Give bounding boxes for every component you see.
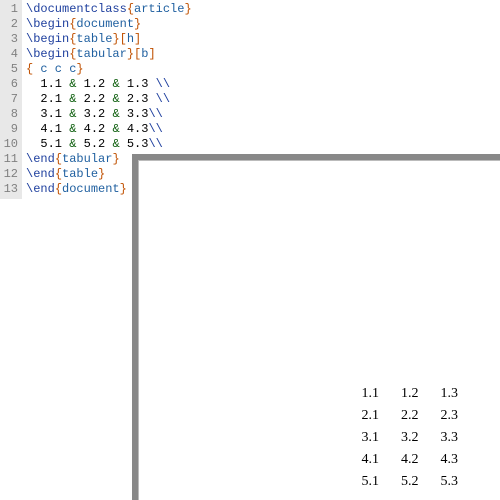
code-line[interactable]: 2.1 & 2.2 & 2.3 \\ [26, 92, 192, 107]
line-number: 7 [2, 92, 18, 107]
code-line[interactable]: 1.1 & 1.2 & 1.3 \\ [26, 77, 192, 92]
table-row: 4.14.24.3 [352, 450, 469, 470]
line-number: 5 [2, 62, 18, 77]
code-line[interactable]: \begin{table}[h] [26, 32, 192, 47]
table-cell: 2.1 [352, 406, 390, 426]
code-line[interactable]: \begin{document} [26, 17, 192, 32]
table-cell: 5.2 [391, 472, 429, 492]
code-line[interactable]: 4.1 & 4.2 & 4.3\\ [26, 122, 192, 137]
table-row: 3.13.23.3 [352, 428, 469, 448]
line-number-gutter: 12345678910111213 [0, 0, 22, 199]
rendered-table: 1.11.21.32.12.22.33.13.23.34.14.24.35.15… [350, 382, 471, 494]
table-cell: 1.2 [391, 384, 429, 404]
table-row: 5.15.25.3 [352, 472, 469, 492]
table-cell: 2.2 [391, 406, 429, 426]
code-line[interactable]: { c c c} [26, 62, 192, 77]
table-cell: 3.3 [431, 428, 469, 448]
table-cell: 4.3 [431, 450, 469, 470]
line-number: 8 [2, 107, 18, 122]
table-cell: 3.1 [352, 428, 390, 448]
table-cell: 3.2 [391, 428, 429, 448]
line-number: 9 [2, 122, 18, 137]
table-cell: 5.3 [431, 472, 469, 492]
line-number: 12 [2, 167, 18, 182]
table-cell: 1.3 [431, 384, 469, 404]
line-number: 10 [2, 137, 18, 152]
table-row: 1.11.21.3 [352, 384, 469, 404]
line-number: 2 [2, 17, 18, 32]
table-cell: 1.1 [352, 384, 390, 404]
table-cell: 2.3 [431, 406, 469, 426]
line-number: 1 [2, 2, 18, 17]
code-line[interactable]: \begin{tabular}[b] [26, 47, 192, 62]
line-number: 6 [2, 77, 18, 92]
line-number: 3 [2, 32, 18, 47]
code-line[interactable]: 5.1 & 5.2 & 5.3\\ [26, 137, 192, 152]
document-preview-pane: 1.11.21.32.12.22.33.13.23.34.14.24.35.15… [132, 154, 500, 500]
code-line[interactable]: \documentclass{article} [26, 2, 192, 17]
table-cell: 4.2 [391, 450, 429, 470]
table-cell: 5.1 [352, 472, 390, 492]
table-row: 2.12.22.3 [352, 406, 469, 426]
line-number: 11 [2, 152, 18, 167]
line-number: 4 [2, 47, 18, 62]
code-line[interactable]: 3.1 & 3.2 & 3.3\\ [26, 107, 192, 122]
table-cell: 4.1 [352, 450, 390, 470]
line-number: 13 [2, 182, 18, 197]
